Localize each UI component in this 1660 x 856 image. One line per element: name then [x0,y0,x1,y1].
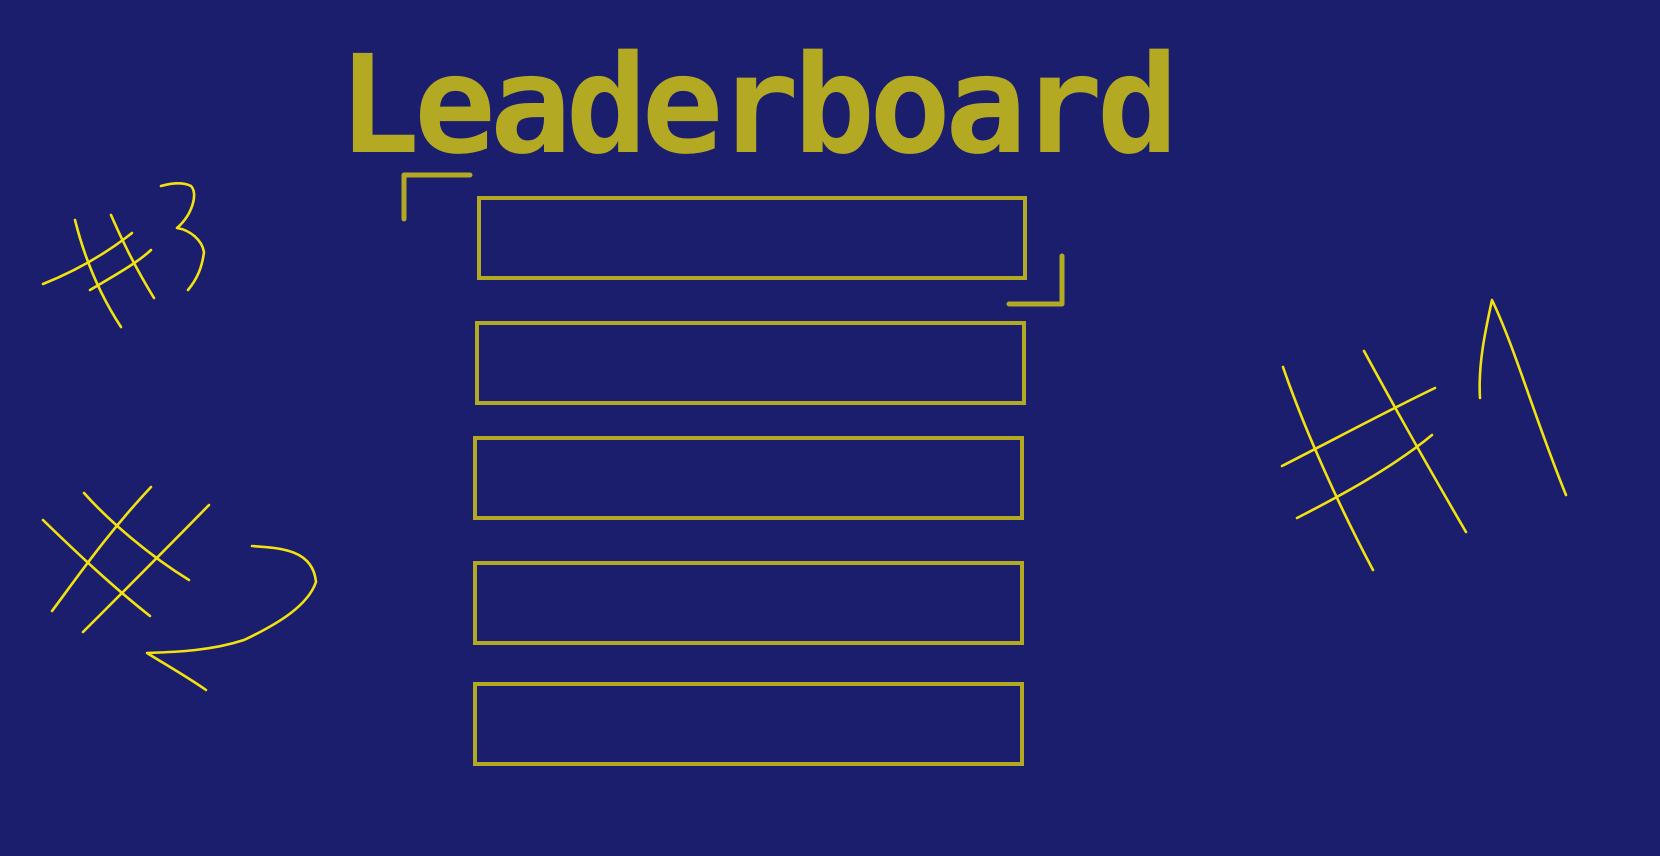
leaderboard-slot-2[interactable] [475,321,1026,405]
handwritten-rank-2-icon [41,485,318,692]
leaderboard-slot-5[interactable] [473,682,1024,766]
handwritten-rank-1-icon [1280,298,1568,572]
handwritten-rank-3-icon [41,182,206,329]
leaderboard-screen: Leaderboard [0,0,1660,856]
leaderboard-slot-1[interactable] [477,196,1027,280]
page-title: Leaderboard [338,27,1179,185]
leaderboard-slot-3[interactable] [473,436,1024,520]
leaderboard-slot-4[interactable] [473,561,1024,645]
